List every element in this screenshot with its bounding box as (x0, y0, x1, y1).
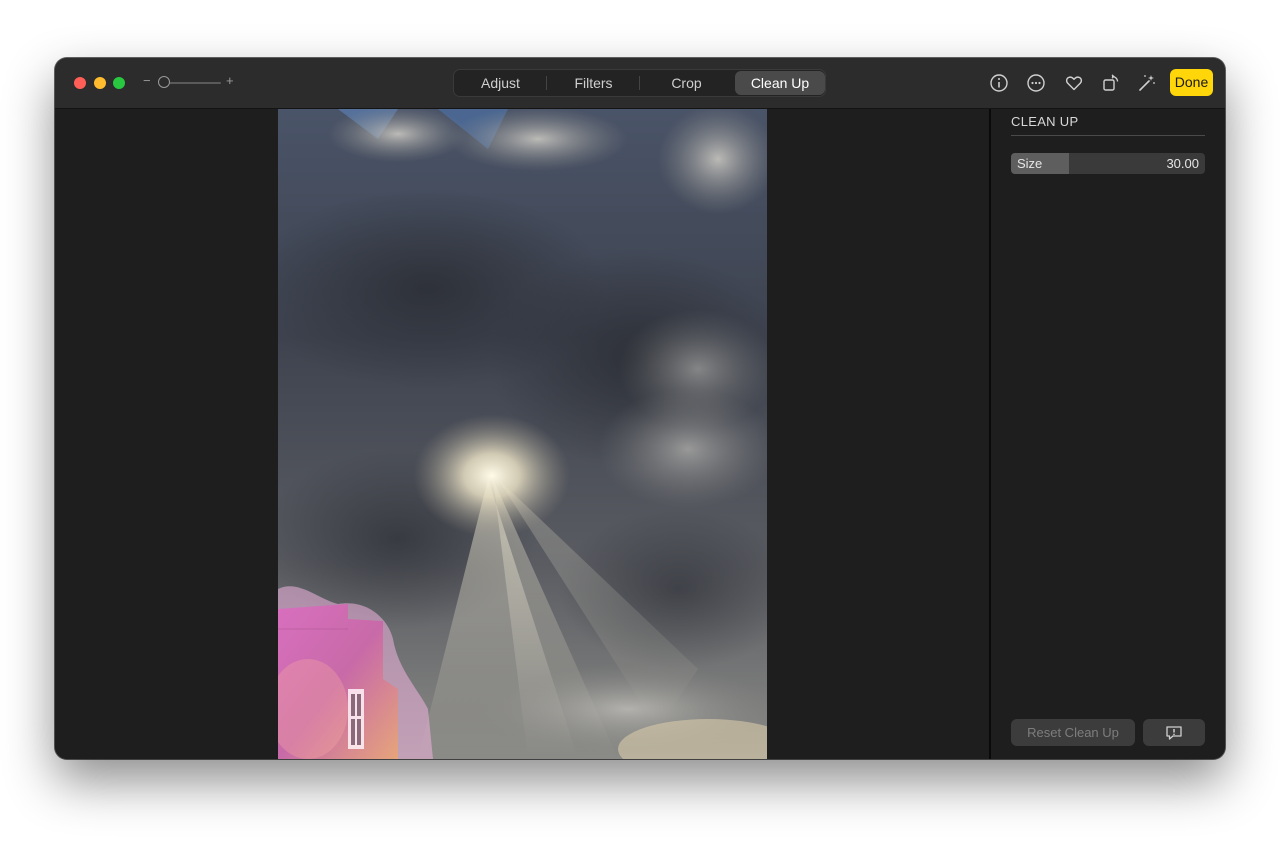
edit-mode-tabs: Adjust Filters Crop Clean Up (453, 69, 826, 97)
toolbar: − + Adjust Filters Crop Clean Up Done (55, 58, 1225, 109)
size-label: Size (1017, 156, 1043, 171)
tab-adjust[interactable]: Adjust (455, 71, 546, 95)
tab-separator (546, 76, 547, 90)
tab-clean-up[interactable]: Clean Up (735, 71, 825, 95)
size-slider[interactable]: Size 30.00 (1011, 153, 1205, 174)
feedback-icon (1166, 726, 1182, 740)
tab-separator (639, 76, 640, 90)
close-window-button[interactable] (74, 77, 86, 89)
rotate-icon[interactable] (1100, 72, 1122, 94)
photo-canvas[interactable] (278, 109, 767, 759)
clean-up-sidebar: CLEAN UP Size 30.00 Reset Clean Up (991, 109, 1225, 759)
sidebar-title: CLEAN UP (1011, 114, 1079, 129)
size-value: 30.00 (1166, 156, 1199, 171)
minimize-window-button[interactable] (94, 77, 106, 89)
zoom-window-button[interactable] (113, 77, 125, 89)
reset-clean-up-button[interactable]: Reset Clean Up (1011, 719, 1135, 746)
magic-wand-icon[interactable] (1136, 72, 1158, 94)
zoom-in-label[interactable]: + (226, 73, 234, 88)
more-icon[interactable] (1025, 72, 1047, 94)
photo-canvas-area (55, 109, 989, 759)
feedback-button[interactable] (1143, 719, 1205, 746)
zoom-out-label[interactable]: − (143, 73, 151, 88)
tab-filters[interactable]: Filters (548, 71, 639, 95)
tab-crop[interactable]: Crop (641, 71, 732, 95)
done-button[interactable]: Done (1170, 69, 1213, 96)
photos-edit-window: − + Adjust Filters Crop Clean Up Done CL… (55, 58, 1225, 759)
info-icon[interactable] (988, 72, 1010, 94)
heart-icon[interactable] (1063, 72, 1085, 94)
zoom-slider-knob[interactable] (158, 76, 170, 88)
sidebar-title-divider (1011, 135, 1205, 136)
